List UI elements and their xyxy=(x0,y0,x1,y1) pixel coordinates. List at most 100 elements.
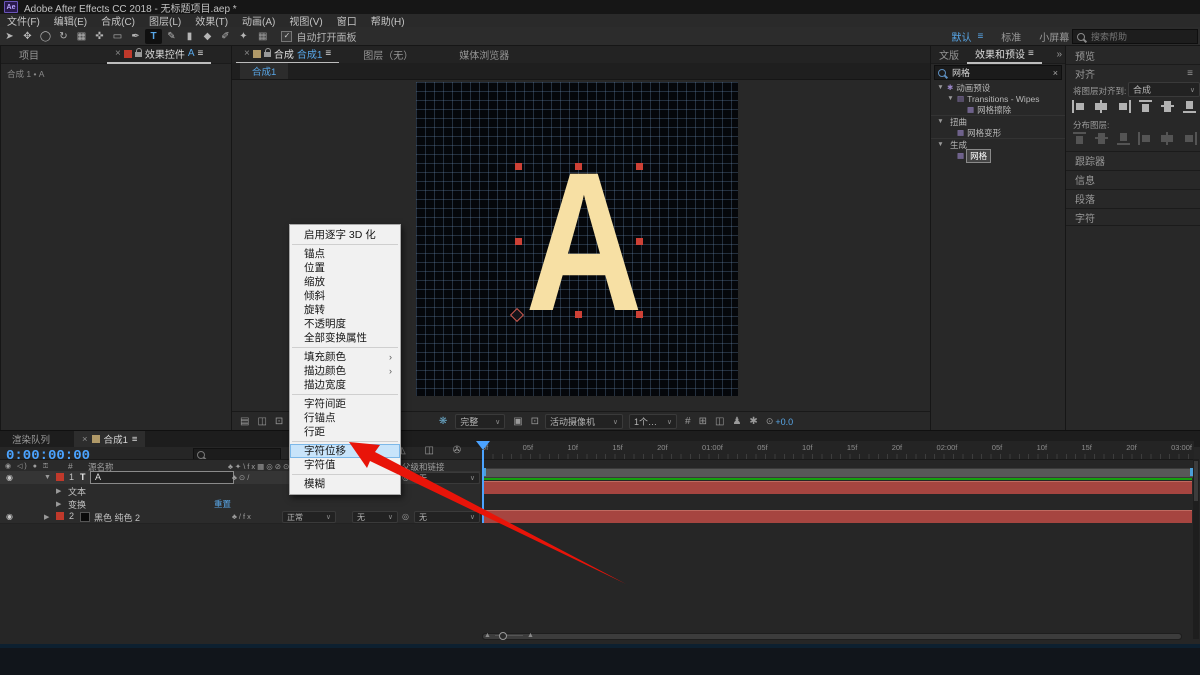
align-center-h-icon[interactable] xyxy=(1094,100,1109,113)
layer-switches[interactable]: ♣/fx xyxy=(232,512,253,521)
always-preview-icon[interactable]: ▤ xyxy=(240,416,249,427)
workspace-menu-icon[interactable]: ≡ xyxy=(977,31,983,42)
twirl-icon[interactable]: ▼ xyxy=(44,474,51,481)
tab-layer[interactable]: 图层（无） xyxy=(355,46,421,63)
context-menu-item[interactable] xyxy=(292,244,398,245)
parent-dropdown[interactable]: 无∨ xyxy=(414,511,480,523)
overflow-icon[interactable]: » xyxy=(1056,49,1062,60)
clear-search-icon[interactable]: × xyxy=(1053,68,1058,78)
context-menu-item[interactable]: 描边宽度 xyxy=(290,378,400,392)
layer-row-2[interactable]: ◉ ▶ 2 黑色 纯色 2 ♣/fx 正常∨ 无∨ ◎ 无∨ xyxy=(0,510,480,524)
tool-icon[interactable]: ✦ xyxy=(235,29,252,44)
composition-viewport[interactable]: A xyxy=(416,82,738,396)
close-icon[interactable]: × xyxy=(82,434,88,445)
pixel-aspect-icon[interactable]: # xyxy=(685,416,691,427)
comp-sub-tab[interactable]: 合成1 xyxy=(240,63,288,79)
workspace-standard[interactable]: 标准 xyxy=(1001,29,1021,44)
reset-link[interactable]: 重置 xyxy=(214,498,231,510)
tool-icon[interactable]: ◯ xyxy=(37,29,54,44)
track-matte-dropdown[interactable]: 无∨ xyxy=(352,511,398,523)
context-menu-item[interactable]: 锚点 xyxy=(290,247,400,261)
auto-open-checkbox[interactable]: ✓ xyxy=(281,31,292,42)
context-menu-item[interactable] xyxy=(292,347,398,348)
menu-item[interactable]: 帮助(H) xyxy=(364,13,412,28)
panel-menu-icon[interactable]: ≡ xyxy=(198,48,204,59)
pickwhip-icon[interactable]: ◎ xyxy=(402,512,409,521)
effects-tree-item[interactable]: ▦ 网格擦除 xyxy=(931,104,1066,115)
align-right-icon[interactable] xyxy=(1116,100,1131,113)
distribute-bottom-icon[interactable] xyxy=(1116,132,1131,145)
layer-row-1[interactable]: ◉ ▼ 1 T A ♣⊙/ ◎ 无∨ xyxy=(0,471,480,485)
effects-tree-item[interactable]: ▼ 扭曲 xyxy=(931,115,1066,127)
effects-search[interactable]: × xyxy=(934,65,1062,80)
zoom-out-icon[interactable]: ▲ xyxy=(484,632,491,639)
selection-handle[interactable] xyxy=(575,163,582,170)
tool-icon[interactable]: ➤ xyxy=(1,29,18,44)
distribute-top-icon[interactable] xyxy=(1072,132,1087,145)
context-menu-item[interactable]: 字符值 xyxy=(290,458,400,472)
tab-timeline-comp[interactable]: × 合成1 ≡ xyxy=(74,431,145,447)
tab-composition[interactable]: × 合成 合成1 ≡ xyxy=(236,45,339,64)
tool-icon[interactable]: ✜ xyxy=(91,29,108,44)
selection-handle[interactable] xyxy=(515,163,522,170)
panel-preview[interactable]: 预览 xyxy=(1066,46,1200,64)
panel-character[interactable]: 字符 xyxy=(1066,208,1200,226)
selection-handle[interactable] xyxy=(636,238,643,245)
align-bottom-icon[interactable] xyxy=(1182,100,1197,113)
workspace-small-screen[interactable]: 小屏幕 xyxy=(1039,29,1069,44)
panel-icon[interactable]: ▦ xyxy=(258,31,267,42)
context-menu-item[interactable]: 不透明度 xyxy=(290,317,400,331)
twirl-icon[interactable]: ▼ xyxy=(937,84,944,91)
context-menu-item[interactable]: 倾斜 xyxy=(290,289,400,303)
context-menu-item[interactable]: 填充颜色 › xyxy=(290,350,400,364)
twirl-icon[interactable]: ▶ xyxy=(56,500,61,508)
context-menu-item[interactable] xyxy=(292,474,398,475)
transform-group-row[interactable]: ▶ 变换 重置 xyxy=(0,497,480,511)
align-center-v-icon[interactable] xyxy=(1160,100,1175,113)
workspace-default[interactable]: 默认 xyxy=(951,29,971,44)
context-menu-item[interactable]: 位置 xyxy=(290,261,400,275)
distribute-left-icon[interactable] xyxy=(1138,132,1153,145)
tool-icon[interactable]: ✥ xyxy=(19,29,36,44)
panel-info[interactable]: 信息 xyxy=(1066,170,1200,188)
timeline-button-icon[interactable]: ◫ xyxy=(715,416,724,427)
distribute-center-h-icon[interactable] xyxy=(1160,132,1175,145)
context-menu-item[interactable] xyxy=(292,394,398,395)
context-menu-item[interactable]: 行距 xyxy=(290,425,400,439)
effects-search-input[interactable] xyxy=(950,67,1050,79)
tool-icon[interactable]: ▦ xyxy=(73,29,90,44)
distribute-right-icon[interactable] xyxy=(1182,132,1197,145)
effects-tree-item[interactable]: ▦ 网格 xyxy=(931,150,1066,161)
tool-icon[interactable]: ↻ xyxy=(55,29,72,44)
exposure-value[interactable]: +0.0 xyxy=(775,417,793,427)
tool-icon[interactable]: ◆ xyxy=(199,29,216,44)
twirl-icon[interactable]: ▼ xyxy=(947,95,954,102)
align-left-icon[interactable] xyxy=(1072,100,1087,113)
context-menu-item[interactable]: 全部变换属性 xyxy=(290,331,400,345)
timeline-vertical-scrollbar[interactable] xyxy=(1193,459,1199,639)
layer1-duration-bar[interactable] xyxy=(482,481,1192,494)
view-layout-dropdown[interactable]: 1个… ∨ xyxy=(629,414,677,429)
align-to-dropdown[interactable]: 合成 ∨ xyxy=(1128,82,1200,97)
color-management-icon[interactable]: ❋ xyxy=(439,416,447,427)
panel-menu-icon[interactable]: ≡ xyxy=(1028,48,1034,59)
twirl-icon[interactable]: ▶ xyxy=(44,513,49,521)
context-menu-item[interactable]: 描边颜色 › xyxy=(290,364,400,378)
menu-item[interactable]: 窗口 xyxy=(330,13,364,28)
align-top-icon[interactable] xyxy=(1138,100,1153,113)
menu-item[interactable]: 动画(A) xyxy=(235,13,282,28)
context-menu-item[interactable]: 模糊 xyxy=(290,477,400,491)
distribute-center-v-icon[interactable] xyxy=(1094,132,1109,145)
tool-icon[interactable]: T xyxy=(145,29,162,44)
layer2-duration-bar[interactable] xyxy=(482,510,1192,523)
context-menu-item[interactable]: 启用逐字 3D 化 xyxy=(290,228,400,242)
layer-name[interactable]: A xyxy=(90,471,234,484)
pickwhip-icon[interactable]: ◎ xyxy=(402,473,409,482)
work-area-bar[interactable] xyxy=(482,468,1194,478)
tab-effect-controls[interactable]: × 效果控件 A ≡ xyxy=(107,45,211,64)
panel-tracker[interactable]: 跟踪器 xyxy=(1066,151,1200,169)
timeline-horizontal-scrollbar[interactable] xyxy=(482,633,1182,640)
selection-handle[interactable] xyxy=(515,238,522,245)
flowchart-icon[interactable]: ♟ xyxy=(732,416,741,427)
layer-color-swatch[interactable] xyxy=(56,473,64,481)
